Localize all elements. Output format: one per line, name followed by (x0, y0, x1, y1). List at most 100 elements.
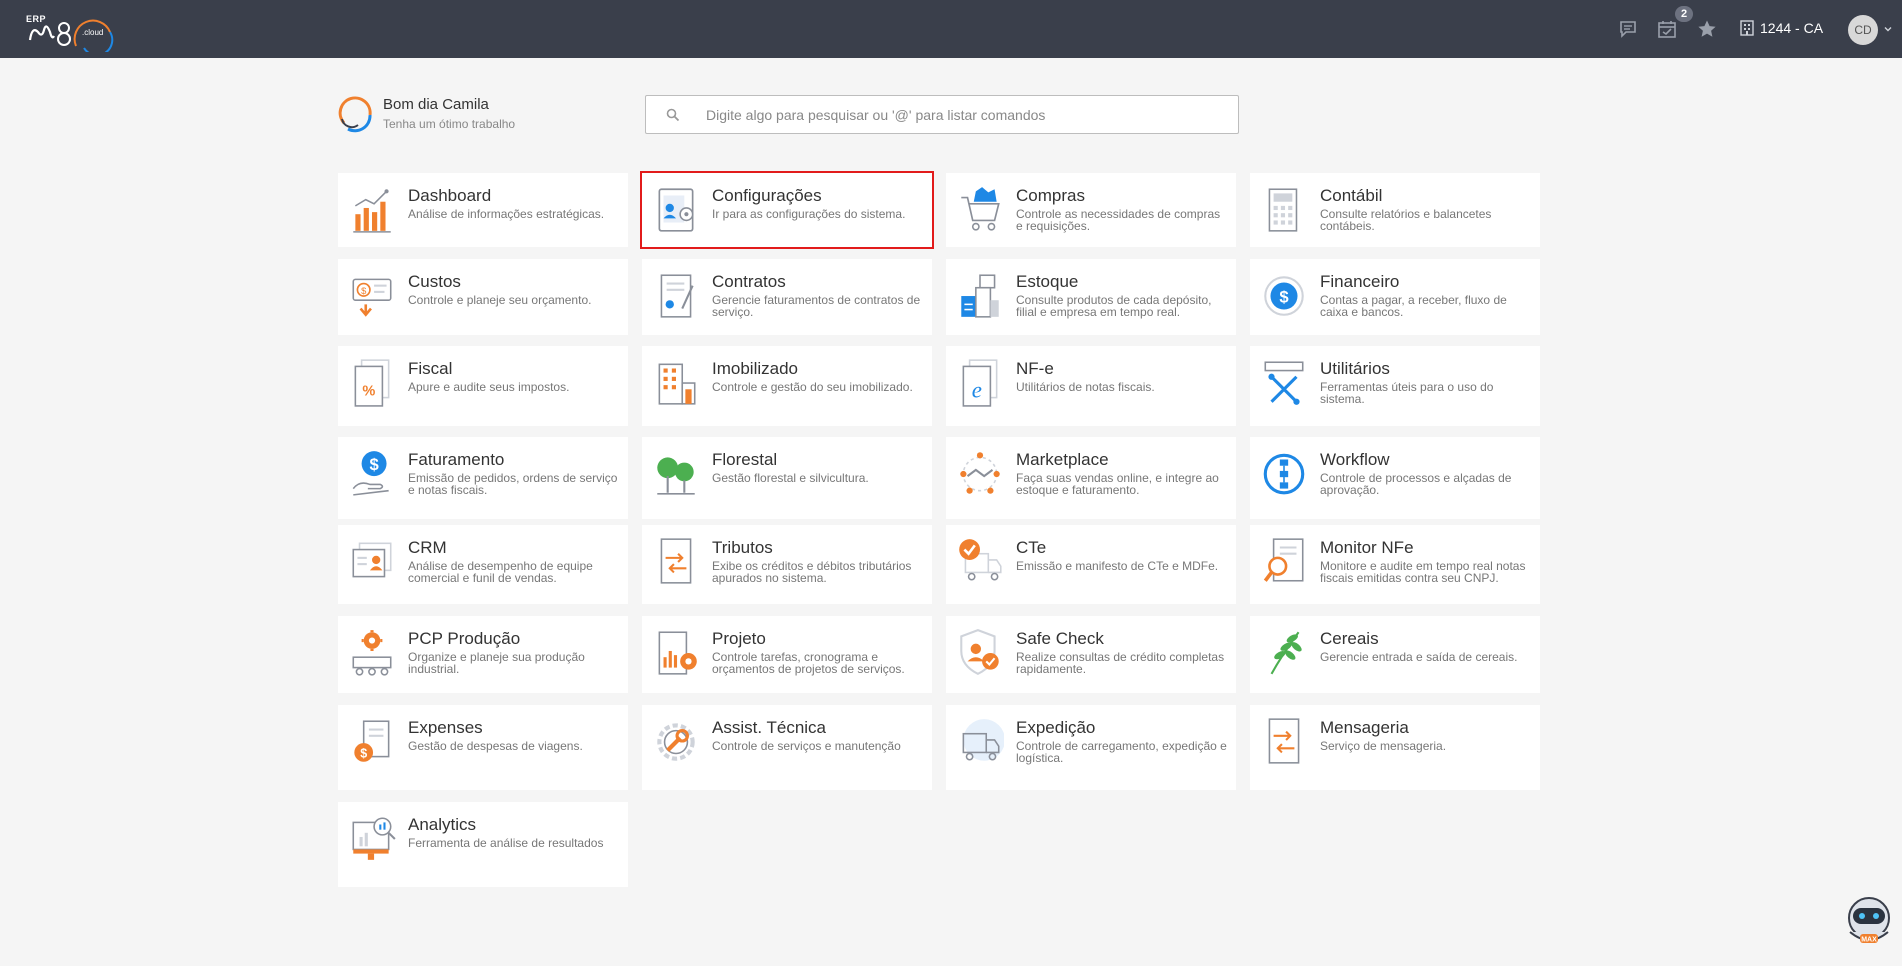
module-tile-nf-e[interactable]: e NF-e Utilitários de notas fiscais. (946, 346, 1236, 426)
notification-badge: 2 (1675, 6, 1693, 22)
svg-text:%: % (362, 384, 375, 400)
module-tile-assist-tecnica[interactable]: Assist. Técnica Controle de serviços e ma… (642, 705, 932, 790)
module-description: Controle de serviços e manutenção (712, 739, 901, 753)
company-selector[interactable]: 1244 - CA (1740, 20, 1823, 36)
search-icon (666, 108, 680, 122)
module-tile-expenses[interactable]: $ Expenses Gestão de despesas de viagens. (338, 705, 628, 790)
contact-card-icon (348, 535, 396, 587)
module-tile-workflow[interactable]: Workflow Controle de processos e alçadas … (1250, 437, 1540, 519)
module-title: Configurações (712, 186, 822, 205)
svg-text:$: $ (361, 286, 367, 296)
svg-text:$: $ (1279, 287, 1289, 306)
m8-circle-logo (338, 96, 372, 133)
calendar-check-icon[interactable] (1655, 17, 1679, 41)
module-description: Consulte relatórios e balancetes contábe… (1320, 207, 1492, 233)
module-tile-tributos[interactable]: Tributos Exibe os créditos e débitos trib… (642, 525, 932, 604)
module-tile-expedicao[interactable]: Expedição Controle de carregamento, exped… (946, 705, 1236, 790)
module-tile-financeiro[interactable]: $ Financeiro Contas a pagar, a receber, fl… (1250, 259, 1540, 335)
e-document-icon: e (956, 356, 1004, 408)
module-tile-estoque[interactable]: Estoque Consulte produtos de cada depósit… (946, 259, 1236, 335)
module-title: Workflow (1320, 450, 1390, 469)
module-tile-monitor-nfe[interactable]: Monitor NFe Monitore e audite em tempo re… (1250, 525, 1540, 604)
module-description: Exibe os créditos e débitos tributários … (712, 559, 912, 585)
module-tile-compras[interactable]: Compras Controle as necessidades de compr… (946, 173, 1236, 247)
svg-text:e: e (972, 378, 982, 403)
module-tile-cereais[interactable]: Cereais Gerencie entrada e saída de cerea… (1250, 616, 1540, 693)
module-title: Fiscal (408, 359, 453, 378)
module-tile-cte[interactable]: CTe Emissão e manifesto de CTe e MDFe. (946, 525, 1236, 604)
module-tile-marketplace[interactable]: Marketplace Faça suas vendas online, e in… (946, 437, 1236, 519)
module-description: Consulte produtos de cada depósito, fili… (1016, 293, 1212, 319)
module-description: Monitore e audite em tempo real notas fi… (1320, 559, 1526, 585)
module-description: Apure e audite seus impostos. (408, 380, 570, 394)
module-tile-fiscal[interactable]: % Fiscal Apure e audite seus impostos. (338, 346, 628, 426)
handshake-icon (956, 447, 1004, 499)
module-tile-faturamento[interactable]: $ Faturamento Emissão de pedidos, ordens d… (338, 437, 628, 519)
module-title: NF-e (1016, 359, 1054, 378)
module-description: Gestão de despesas de viagens. (408, 739, 583, 753)
module-tile-crm[interactable]: CRM Análise de desempenho de equipe comer… (338, 525, 628, 604)
module-tile-analytics[interactable]: Analytics Ferramenta de análise de result… (338, 802, 628, 887)
contract-icon (652, 269, 700, 321)
module-description: Ir para as configurações do sistema. (712, 207, 906, 221)
m8-cloud-logo[interactable]: .cloud ERP (24, 10, 116, 52)
shopping-cart-icon (956, 183, 1004, 235)
module-description: Gerencie entrada e saída de cereais. (1320, 650, 1518, 664)
module-tile-mensageria[interactable]: Mensageria Serviço de mensageria. (1250, 705, 1540, 790)
module-description: Realize consultas de crédito completas r… (1016, 650, 1225, 676)
module-title: Expenses (408, 718, 483, 737)
module-title: Projeto (712, 629, 766, 648)
module-tile-safe-check[interactable]: Safe Check Realize consultas de crédito c… (946, 616, 1236, 693)
svg-text:.cloud: .cloud (82, 28, 103, 37)
module-tile-contratos[interactable]: Contratos Gerencie faturamentos de contra… (642, 259, 932, 335)
module-tile-dashboard[interactable]: Dashboard Análise de informações estratég… (338, 173, 628, 247)
module-description: Organize e planeje sua produção industri… (408, 650, 585, 676)
calculator-icon (1260, 183, 1308, 235)
module-description: Gerencie faturamentos de contratos de se… (712, 293, 921, 319)
chevron-down-icon[interactable] (1884, 25, 1892, 33)
module-title: PCP Produção (408, 629, 521, 648)
workflow-icon (1260, 447, 1308, 499)
analytics-monitor-icon (348, 812, 396, 864)
module-description: Utilitários de notas fiscais. (1016, 380, 1155, 394)
module-title: Compras (1016, 186, 1085, 205)
bar-chart-icon (348, 183, 396, 235)
greeting-subtitle: Tenha um ótimo trabalho (383, 117, 516, 131)
star-icon[interactable] (1695, 17, 1719, 41)
module-description: Controle e gestão do seu imobilizado. (712, 380, 913, 394)
module-description: Análise de desempenho de equipe comercia… (408, 559, 593, 585)
settings-tablet-icon (652, 183, 700, 235)
chat-icon[interactable] (1616, 17, 1640, 41)
module-description: Controle de processos e alçadas de aprov… (1320, 471, 1512, 497)
module-title: Faturamento (408, 450, 505, 469)
module-title: Assist. Técnica (712, 718, 827, 737)
module-tile-florestal[interactable]: Florestal Gestão florestal e silvicultura… (642, 437, 932, 519)
module-title: Estoque (1016, 272, 1079, 291)
module-tile-custos[interactable]: $ Custos Controle e planeje seu orçamento. (338, 259, 628, 335)
wheat-icon (1260, 626, 1308, 678)
avatar[interactable]: CD (1848, 15, 1878, 45)
building-icon (652, 356, 700, 408)
module-title: Contábil (1320, 186, 1383, 205)
percent-document-icon: % (348, 356, 396, 408)
module-description: Controle as necessidades de compras e re… (1016, 207, 1221, 233)
module-tile-projeto[interactable]: Projeto Controle tarefas, cronograma e or… (642, 616, 932, 693)
module-tile-utilitarios[interactable]: Utilitários Ferramentas úteis para o uso … (1250, 346, 1540, 426)
module-tile-pcp-producao[interactable]: PCP Produção Organize e planeje sua produ… (338, 616, 628, 693)
module-tile-imobilizado[interactable]: Imobilizado Controle e gestão do seu imob… (642, 346, 932, 426)
module-title: CRM (408, 538, 447, 557)
module-description: Controle tarefas, cronograma e orçamento… (712, 650, 905, 676)
module-description: Contas a pagar, a receber, fluxo de caix… (1320, 293, 1507, 319)
dollar-circle-icon: $ (1260, 269, 1308, 321)
expense-receipt-icon: $ (348, 715, 396, 767)
wrench-gear-icon (652, 715, 700, 767)
production-gear-icon (348, 626, 396, 678)
logo-erp-label: ERP (26, 14, 47, 24)
module-tile-contabil[interactable]: Contábil Consulte relatórios e balancetes… (1250, 173, 1540, 247)
hand-dollar-icon: $ (348, 447, 396, 499)
max-assistant-robot-icon[interactable]: MAX (1840, 892, 1898, 950)
search-box[interactable] (645, 95, 1239, 134)
search-input[interactable] (706, 104, 1226, 126)
module-title: Cereais (1320, 629, 1379, 648)
module-tile-configuracoes[interactable]: Configurações Ir para as configurações do… (640, 171, 934, 249)
